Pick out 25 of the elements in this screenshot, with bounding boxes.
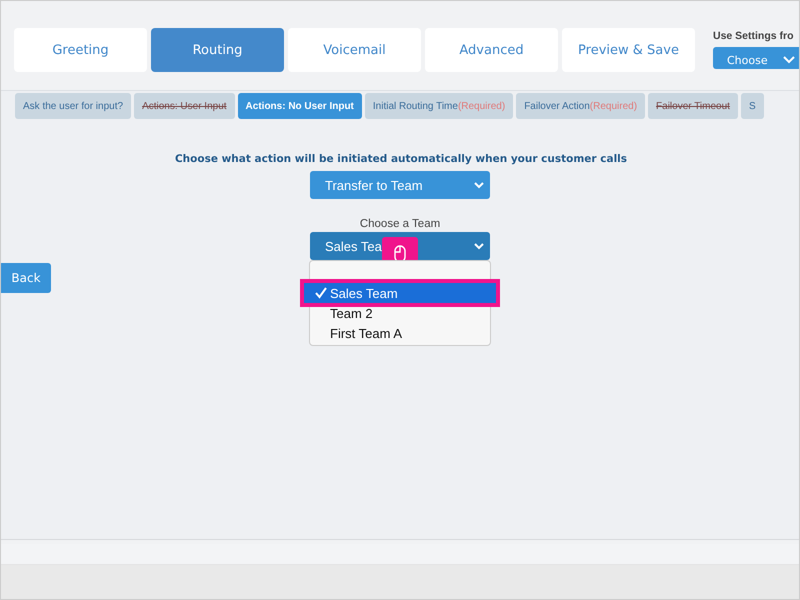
step-tab[interactable]: Routing: [151, 28, 284, 72]
team-option[interactable]: First Team A: [310, 323, 490, 343]
chevron-icon: [783, 56, 795, 64]
action-select[interactable]: Transfer to Team: [310, 171, 490, 199]
settings-select[interactable]: Choose: [713, 47, 799, 69]
settings-label: Use Settings fro: [713, 30, 795, 42]
team-option[interactable]: Sales Team: [304, 283, 496, 303]
section-tab[interactable]: Failover Timeout: [648, 93, 738, 119]
team-option[interactable]: Team 2: [310, 303, 490, 323]
action-prompt: Choose what action will be initiated automatically when your customer calls: [174, 153, 628, 165]
section-tab[interactable]: Actions: User Input: [134, 93, 235, 119]
step-tab[interactable]: Greeting: [14, 28, 147, 72]
check-icon: [315, 287, 327, 299]
step-tab[interactable]: Advanced: [425, 28, 558, 72]
chevron-icon: [474, 182, 484, 188]
chevron-icon: [474, 242, 484, 250]
section-tab[interactable]: Failover Action(Required): [516, 93, 646, 119]
team-label: Choose a Team: [360, 218, 440, 230]
section-tab[interactable]: Initial Routing Time(Required): [364, 93, 514, 119]
section-tab[interactable]: S: [740, 93, 764, 119]
section-tab[interactable]: Ask the user for input?: [15, 93, 132, 119]
back-button[interactable]: Back: [1, 263, 51, 293]
step-tab[interactable]: Voicemail: [288, 28, 421, 72]
section-tab[interactable]: Actions: No User Input: [238, 93, 362, 119]
step-tab[interactable]: Preview & Save: [562, 28, 695, 72]
